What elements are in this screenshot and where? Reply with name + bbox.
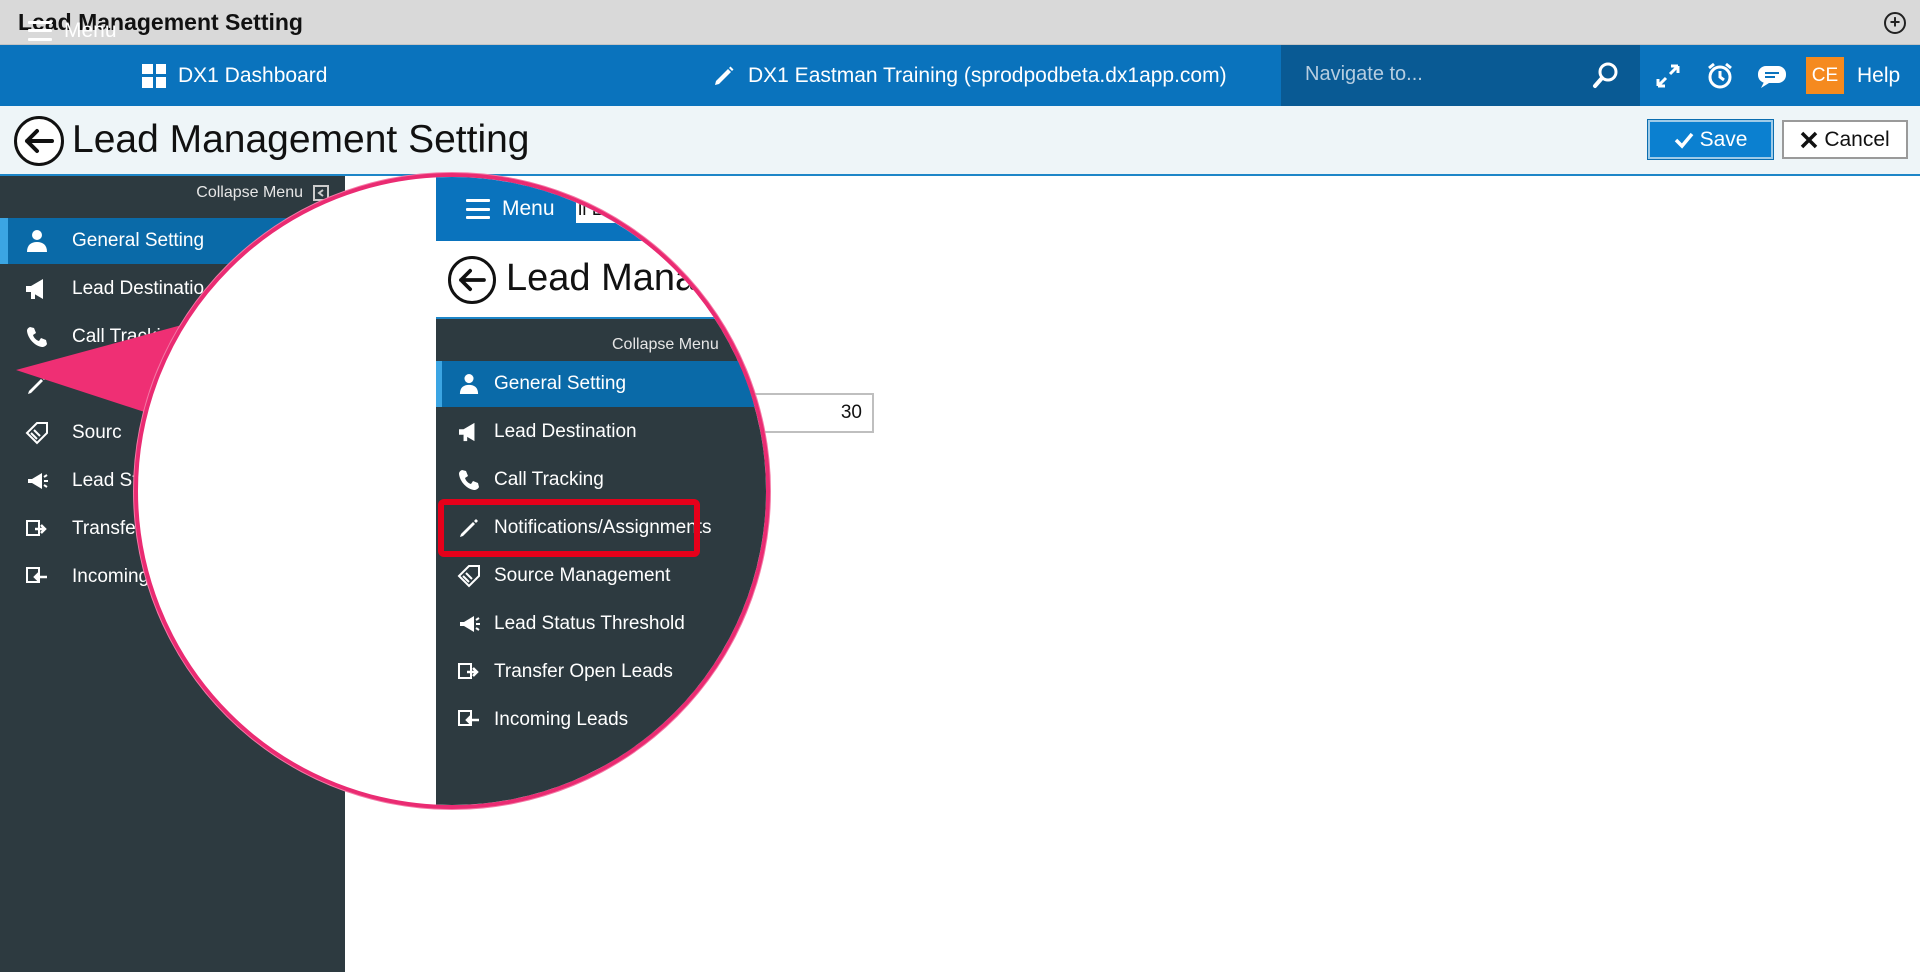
menu-label: Menu	[64, 18, 117, 42]
zoom-item-transfer-open-leads: Transfer Open Leads	[436, 649, 766, 695]
search-input[interactable]: Navigate to...	[1305, 63, 1423, 86]
hamburger-icon	[28, 20, 52, 41]
horn-icon	[456, 611, 482, 637]
close-icon	[1801, 131, 1818, 148]
zoom-item-label: Lead Destination	[494, 421, 637, 442]
cancel-button[interactable]: Cancel	[1782, 120, 1908, 159]
zoom-item-label: Transfer Open Leads	[494, 661, 673, 682]
zoom-item-incoming-leads: Incoming Leads	[436, 697, 766, 743]
hamburger-icon	[466, 199, 490, 219]
search-icon[interactable]	[1592, 61, 1620, 94]
zoom-page-title: Lead Mana	[506, 257, 697, 299]
navigate-search[interactable]: Navigate to...	[1281, 45, 1640, 106]
zoom-item-lead-status-threshold: Lead Status Threshold	[436, 601, 766, 647]
save-button[interactable]: Save	[1647, 119, 1774, 160]
site-label: DX1 Eastman Training (sprodpodbeta.dx1ap…	[748, 63, 1227, 87]
menu-button[interactable]: Menu	[28, 0, 117, 61]
zoom-collapse-label: Collapse Menu	[612, 336, 719, 353]
help-link[interactable]: Help	[1857, 45, 1900, 106]
page-title: Lead Management Setting	[72, 118, 530, 161]
horn-icon	[24, 468, 50, 494]
zoom-item-general-setting: General Setting	[436, 361, 766, 407]
zoom-navbar: Menu ll Leads	[436, 177, 766, 241]
arrow-left-icon	[25, 129, 54, 153]
zoom-sidebar: Collapse Menu General Setting Lead Desti…	[436, 319, 766, 805]
zoom-item-label: Lead Status Threshold	[494, 613, 685, 634]
zoom-item-source-management: Source Management	[436, 553, 766, 599]
dashboard-link[interactable]: DX1 Dashboard	[142, 45, 327, 106]
phone-icon	[456, 467, 482, 493]
zoom-item-lead-destination: Lead Destination	[436, 409, 766, 455]
user-icon	[24, 228, 50, 254]
chat-icon[interactable]	[1750, 45, 1794, 106]
megaphone-icon	[24, 276, 50, 302]
arrow-left-icon	[448, 256, 496, 304]
save-label: Save	[1699, 127, 1748, 151]
page-header: Lead Management Setting	[0, 106, 1920, 176]
dashboard-label: DX1 Dashboard	[178, 63, 328, 87]
zoom-page-header: Lead Mana	[436, 241, 766, 319]
check-icon	[1674, 132, 1693, 149]
incoming-icon	[456, 707, 482, 733]
user-icon	[456, 371, 482, 397]
incoming-icon	[24, 564, 50, 590]
site-selector[interactable]: DX1 Eastman Training (sprodpodbeta.dx1ap…	[712, 45, 1227, 106]
sidebar-item-label: Transfe	[72, 518, 136, 539]
fullscreen-icon[interactable]	[1646, 45, 1690, 106]
transfer-icon	[24, 516, 50, 542]
back-button[interactable]	[14, 116, 64, 166]
alarm-clock-icon[interactable]	[1698, 45, 1742, 106]
zoom-menu-label: Menu	[502, 197, 555, 220]
zoom-item-label: Incoming Leads	[494, 709, 629, 730]
zoom-item-label: Source Management	[494, 565, 671, 586]
grid-icon	[142, 63, 166, 88]
zoom-item-label: Call Tracking	[494, 469, 604, 490]
transfer-icon	[456, 659, 482, 685]
megaphone-icon	[456, 419, 482, 445]
zoom-menu-button: Menu	[466, 197, 555, 221]
add-tab-icon[interactable]: +	[1884, 12, 1906, 34]
pencil-icon	[712, 64, 736, 88]
zoom-callout: Menu ll Leads Lead Mana Collapse Menu Ge…	[134, 173, 770, 809]
sidebar-item-label: Lead St	[72, 470, 138, 491]
cancel-label: Cancel	[1824, 127, 1890, 151]
highlight-box	[438, 499, 700, 557]
zoom-item-label: General Setting	[494, 373, 627, 394]
zoom-item-call-tracking: Call Tracking	[436, 457, 766, 503]
window-titlebar: Lead Management Setting +	[0, 0, 1920, 45]
tag-icon	[456, 563, 482, 589]
zoom-crumb: ll Leads	[576, 197, 650, 223]
user-avatar[interactable]: CE	[1806, 57, 1844, 94]
